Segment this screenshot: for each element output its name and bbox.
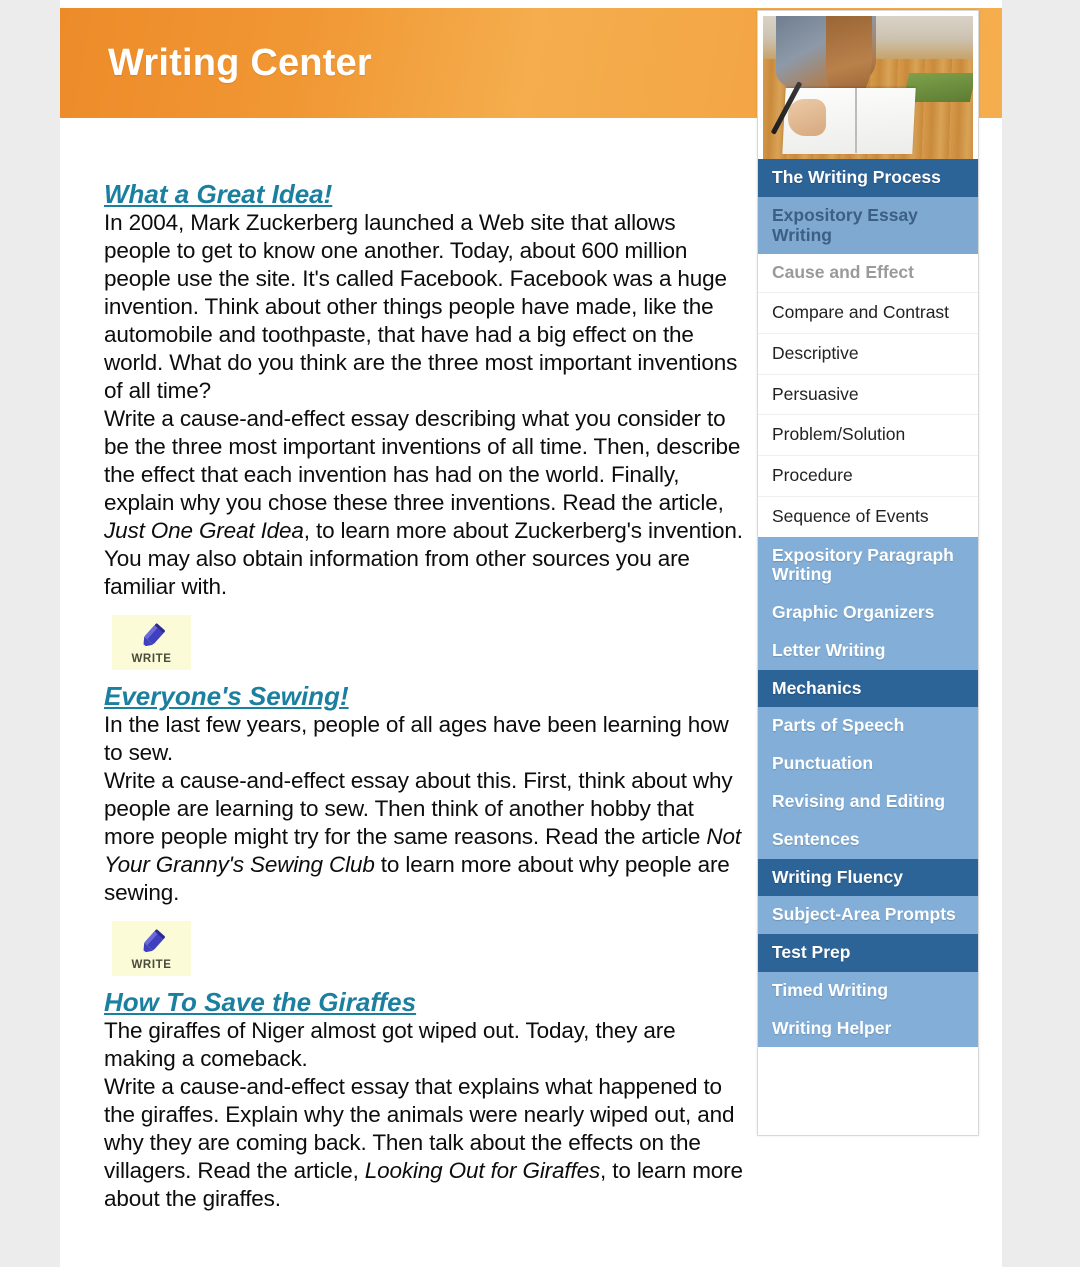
nav-cause-and-effect[interactable]: Cause and Effect bbox=[758, 254, 978, 293]
write-button-label: WRITE bbox=[131, 652, 172, 665]
pencil-icon bbox=[142, 623, 165, 647]
paragraph-text: Write a cause-and-effect essay describin… bbox=[104, 406, 741, 516]
nav-mechanics[interactable]: Mechanics bbox=[758, 669, 978, 708]
article-title-link[interactable]: What a Great Idea! bbox=[104, 180, 332, 208]
nav-descriptive[interactable]: Descriptive bbox=[758, 332, 978, 374]
nav-procedure[interactable]: Procedure bbox=[758, 455, 978, 496]
article-title-citation: Looking Out for Giraffes bbox=[364, 1158, 601, 1184]
paragraph-text: Write a cause-and-effect essay about thi… bbox=[104, 768, 733, 850]
article-paragraph: Write a cause-and-effect essay about thi… bbox=[104, 767, 744, 907]
article-paragraph: In the last few years, people of all age… bbox=[104, 711, 744, 767]
article-paragraph: Write a cause-and-effect essay describin… bbox=[104, 405, 744, 601]
write-button[interactable]: WRITE bbox=[112, 615, 191, 671]
nav-punctuation[interactable]: Punctuation bbox=[758, 745, 978, 784]
sidebar-item-list: The Writing Process Expository Essay Writ… bbox=[758, 159, 978, 1048]
paragraph-text: In 2004, Mark Zuckerberg launched a Web … bbox=[104, 210, 738, 404]
nav-expository-paragraph-writing[interactable]: Expository Paragraph Writing bbox=[758, 536, 978, 595]
sidebar-navigation: The Writing Process Expository Essay Writ… bbox=[757, 10, 979, 1137]
nav-persuasive[interactable]: Persuasive bbox=[758, 373, 978, 415]
page-canvas: Writing Center What a Great Idea! In 2004… bbox=[60, 0, 1002, 1267]
article-title-citation: Just One Great Idea bbox=[104, 518, 304, 544]
sidebar-empty-tail bbox=[758, 1047, 978, 1136]
photo-hand bbox=[788, 98, 826, 137]
write-button[interactable]: WRITE bbox=[112, 921, 191, 977]
write-button-label: WRITE bbox=[131, 958, 172, 971]
girl-writing-in-notebook-photo bbox=[763, 16, 973, 159]
nav-writing-helper[interactable]: Writing Helper bbox=[758, 1009, 978, 1048]
nav-the-writing-process[interactable]: The Writing Process bbox=[758, 159, 978, 197]
nav-test-prep[interactable]: Test Prep bbox=[758, 934, 978, 972]
nav-parts-of-speech[interactable]: Parts of Speech bbox=[758, 707, 978, 746]
nav-subject-area-prompts[interactable]: Subject-Area Prompts bbox=[758, 896, 978, 935]
nav-timed-writing[interactable]: Timed Writing bbox=[758, 971, 978, 1010]
article-block: How To Save the Giraffes The giraffes of … bbox=[104, 988, 744, 1213]
nav-graphic-organizers[interactable]: Graphic Organizers bbox=[758, 594, 978, 632]
nav-sequence-of-events[interactable]: Sequence of Events bbox=[758, 495, 978, 537]
photo-notebook-spine bbox=[855, 87, 858, 154]
article-paragraph: The giraffes of Niger almost got wiped o… bbox=[104, 1017, 744, 1073]
main-content: What a Great Idea! In 2004, Mark Zuckerbe… bbox=[104, 180, 744, 1215]
nav-compare-and-contrast[interactable]: Compare and Contrast bbox=[758, 292, 978, 333]
article-block: What a Great Idea! In 2004, Mark Zuckerbe… bbox=[104, 180, 744, 671]
pencil-icon bbox=[142, 929, 165, 953]
article-paragraph: Write a cause-and-effect essay that expl… bbox=[104, 1073, 744, 1213]
paragraph-text: The giraffes of Niger almost got wiped o… bbox=[104, 1018, 676, 1072]
nav-sentences[interactable]: Sentences bbox=[758, 820, 978, 859]
nav-writing-fluency[interactable]: Writing Fluency bbox=[758, 858, 978, 897]
page-title: Writing Center bbox=[108, 41, 372, 84]
nav-problem-solution[interactable]: Problem/Solution bbox=[758, 414, 978, 456]
site-header: Writing Center bbox=[60, 8, 813, 118]
nav-revising-and-editing[interactable]: Revising and Editing bbox=[758, 783, 978, 821]
paragraph-text: In the last few years, people of all age… bbox=[104, 712, 729, 766]
article-block: Everyone's Sewing! In the last few years,… bbox=[104, 682, 744, 977]
nav-letter-writing[interactable]: Letter Writing bbox=[758, 631, 978, 670]
article-paragraph: In 2004, Mark Zuckerberg launched a Web … bbox=[104, 209, 744, 405]
article-title-link[interactable]: How To Save the Giraffes bbox=[104, 988, 416, 1016]
article-title-link[interactable]: Everyone's Sewing! bbox=[104, 682, 349, 710]
nav-expository-essay-writing[interactable]: Expository Essay Writing bbox=[758, 196, 978, 255]
